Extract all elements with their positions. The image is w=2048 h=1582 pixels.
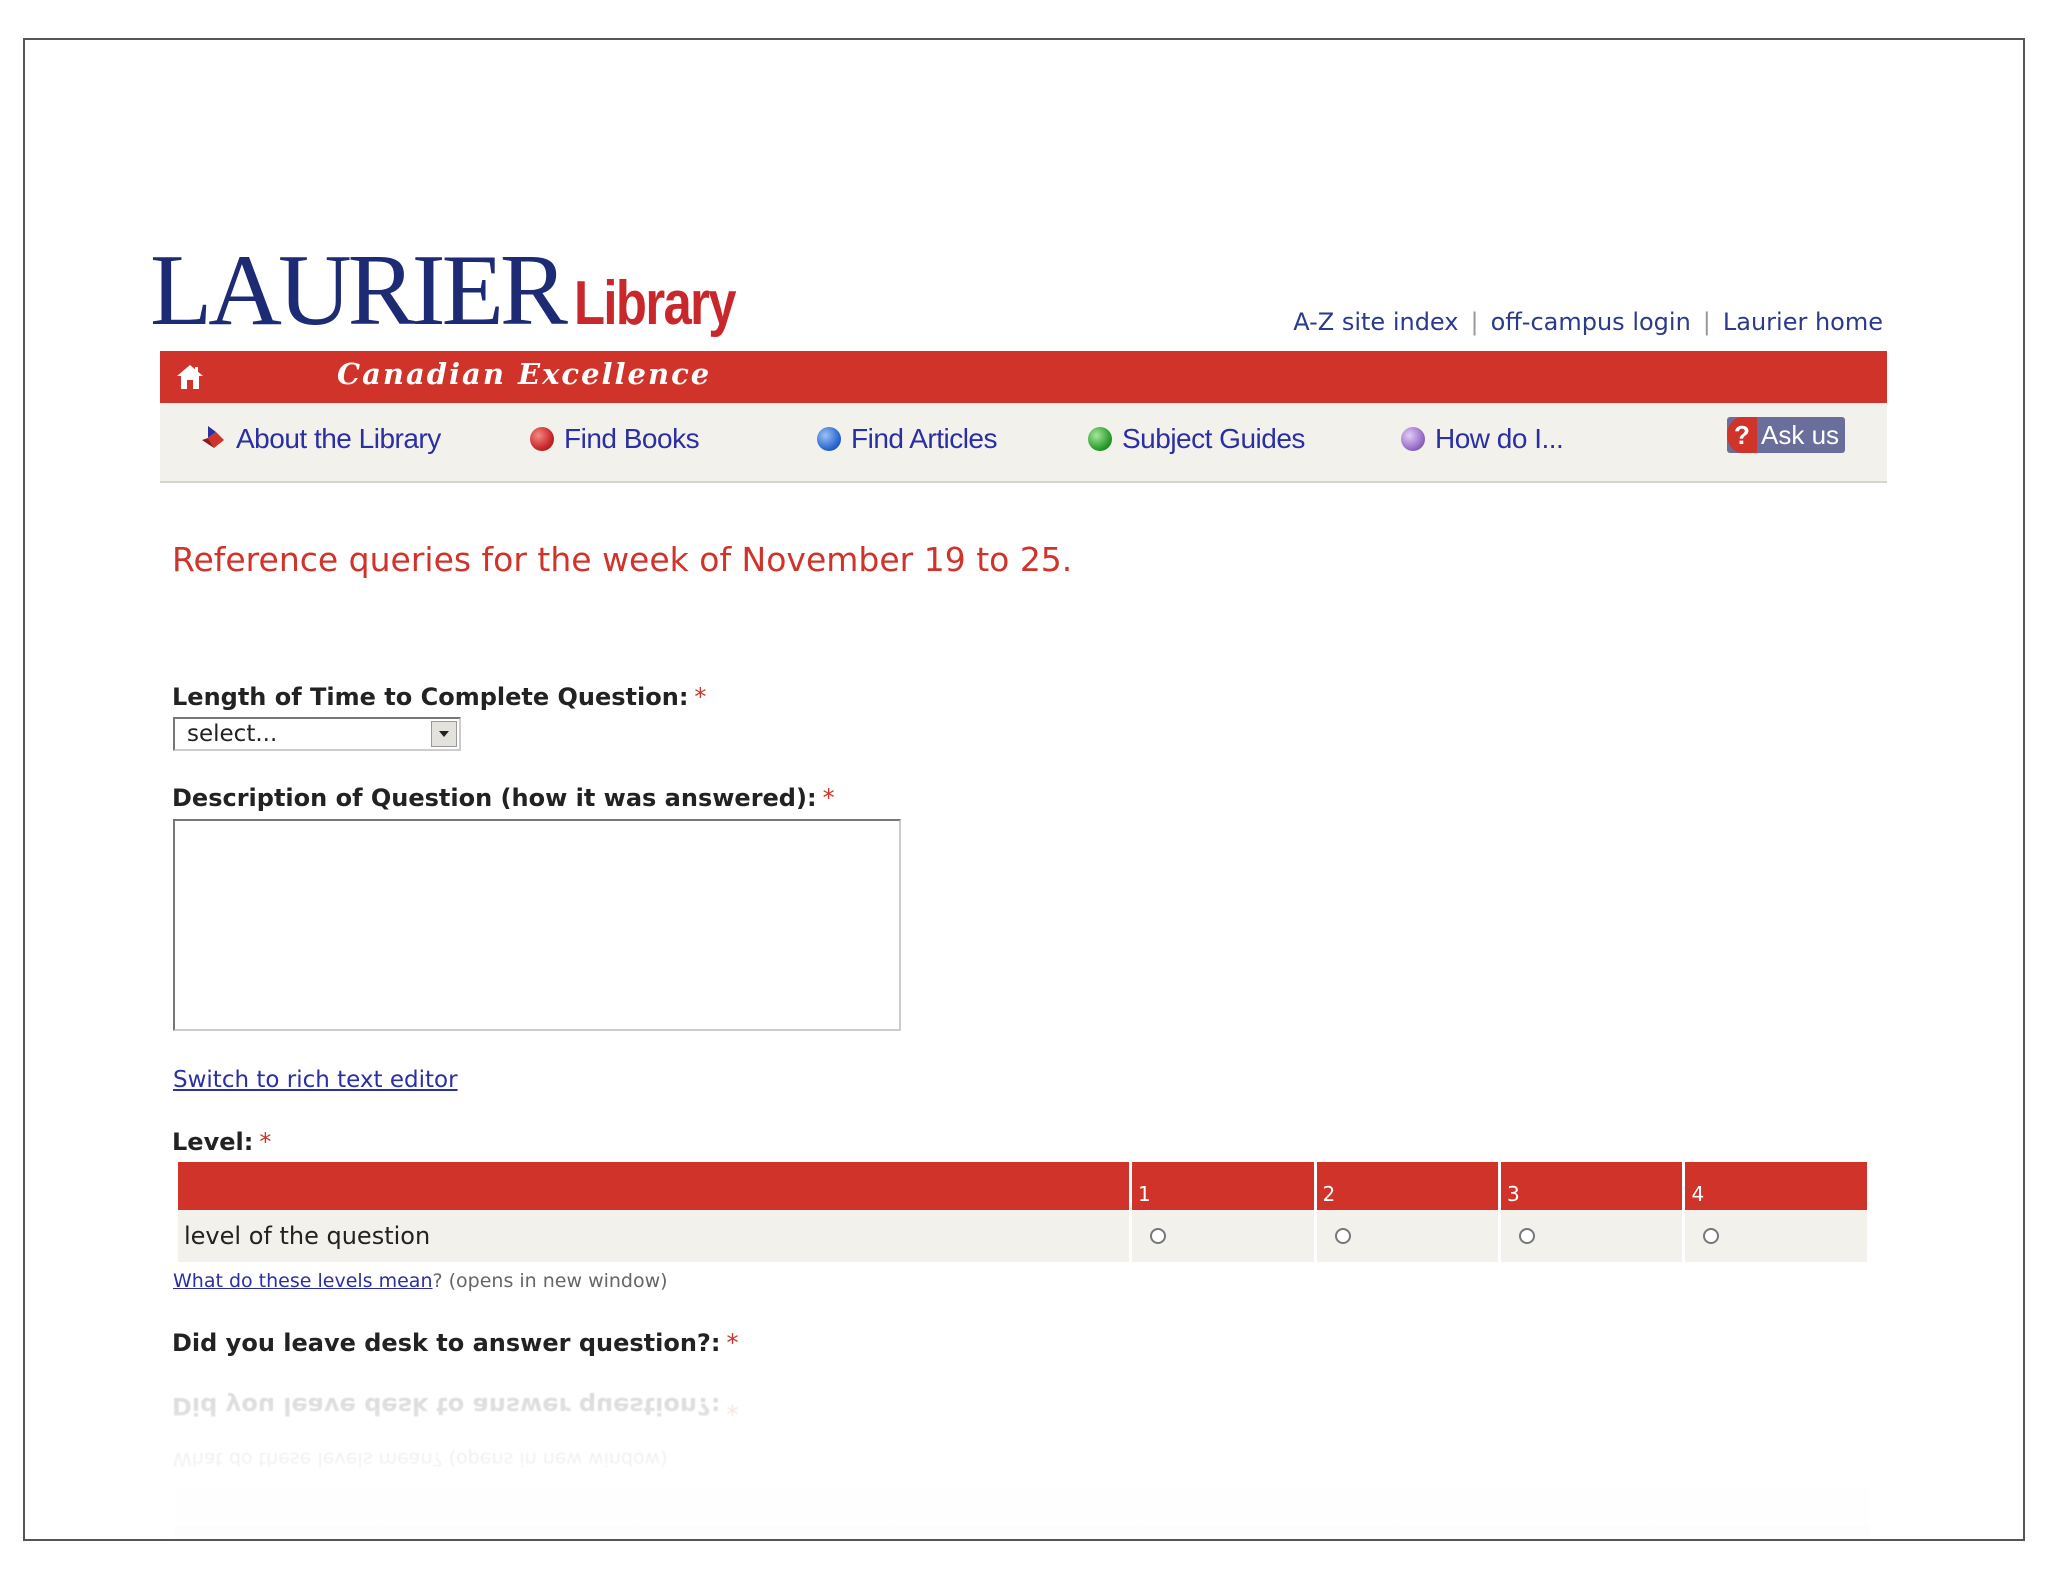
level-header-4: 4 [1685,1162,1867,1210]
level-2-radio[interactable] [1334,1228,1351,1244]
link-separator: | [1702,308,1711,336]
time-field-label: Length of Time to Complete Question: * [172,683,706,711]
question-mark-icon: ? [1727,417,1757,453]
levels-help: What do these levels mean? (opens in new… [173,1270,668,1292]
home-icon[interactable] [174,361,206,393]
purple-bullet-icon [1401,427,1425,451]
link-separator: | [1470,308,1479,336]
table-row: level of the question [178,1210,1867,1262]
red-bullet-icon [530,427,554,451]
required-marker: * [259,1128,272,1156]
library-page: LAURIER Library A-Z site index | off-campus… [25,40,2023,1539]
nav-subject-guides[interactable]: Subject Guides [1088,423,1305,455]
laurier-home-link[interactable]: Laurier home [1723,308,1883,336]
level-1-radio[interactable] [1150,1228,1167,1244]
level-header-blank [178,1162,1130,1210]
chevron-down-icon[interactable] [431,721,457,747]
level-cell-1 [1132,1210,1314,1262]
level-header-2: 2 [1316,1162,1498,1210]
tagline: Canadian Excellence [337,357,712,391]
label-text: Level: [172,1128,254,1156]
laurier-library-logo[interactable]: LAURIER Library [150,240,770,342]
cube-icon [202,426,224,448]
top-utility-links: A-Z site index | off-campus login | Laurier … [1293,308,1883,336]
description-textarea[interactable] [173,819,901,1031]
time-select[interactable]: select... [173,717,461,751]
logo-wordmark: LAURIER [150,234,568,347]
level-header-3: 3 [1500,1162,1683,1210]
reflection-fade [25,1370,2023,1539]
description-field-label: Description of Question (how it was answ… [172,784,835,812]
label-text: Length of Time to Complete Question: [172,683,689,711]
level-4-radio[interactable] [1703,1228,1720,1244]
off-campus-login-link[interactable]: off-campus login [1491,308,1691,336]
green-bullet-icon [1088,427,1112,451]
nav-label: About the Library [236,423,441,454]
level-cell-2 [1316,1210,1498,1262]
label-text: Description of Question (how it was answ… [172,784,817,812]
leave-desk-field-label: Did you leave desk to answer question?: * [172,1329,738,1357]
level-3-radio[interactable] [1518,1228,1535,1244]
nav-find-articles[interactable]: Find Articles [817,423,998,455]
required-marker: * [822,784,835,812]
select-value: select... [187,721,278,747]
ask-us-label: Ask us [1761,419,1840,450]
logo-library-word: Library [573,269,737,338]
main-nav: About the Library Find Books Find Articl… [160,403,1887,483]
levels-note-text: ? (opens in new window) [432,1270,668,1292]
level-field-label: Level: * [172,1128,271,1156]
page-title: Reference queries for the week of Novemb… [172,540,1073,579]
nav-how-do-i[interactable]: How do I... [1401,423,1564,455]
level-header-1: 1 [1132,1162,1314,1210]
levels-meaning-link[interactable]: What do these levels mean [173,1270,433,1292]
header-red-bar: Canadian Excellence [160,351,1887,403]
blue-bullet-icon [817,427,841,451]
nav-about-library[interactable]: About the Library [200,423,441,455]
required-marker: * [726,1329,739,1357]
nav-find-books[interactable]: Find Books [530,423,700,455]
level-header-row: 1 2 3 4 [178,1162,1867,1210]
rich-text-editor-link[interactable]: Switch to rich text editor [173,1067,458,1093]
nav-label: Find Books [564,423,700,454]
ask-us-button[interactable]: ? Ask us [1727,417,1846,453]
required-marker: * [694,683,707,711]
az-site-index-link[interactable]: A-Z site index [1293,308,1458,336]
level-table: 1 2 3 4 level of the question [175,1162,1870,1262]
nav-label: Subject Guides [1122,423,1305,454]
screenshot-frame: LAURIER Library A-Z site index | off-campus… [23,38,2025,1541]
level-cell-4 [1685,1210,1867,1262]
label-text: Did you leave desk to answer question?: [172,1329,721,1357]
level-cell-3 [1500,1210,1683,1262]
nav-label: Find Articles [851,423,998,454]
level-row-label: level of the question [178,1210,1130,1262]
nav-label: How do I... [1435,423,1564,454]
